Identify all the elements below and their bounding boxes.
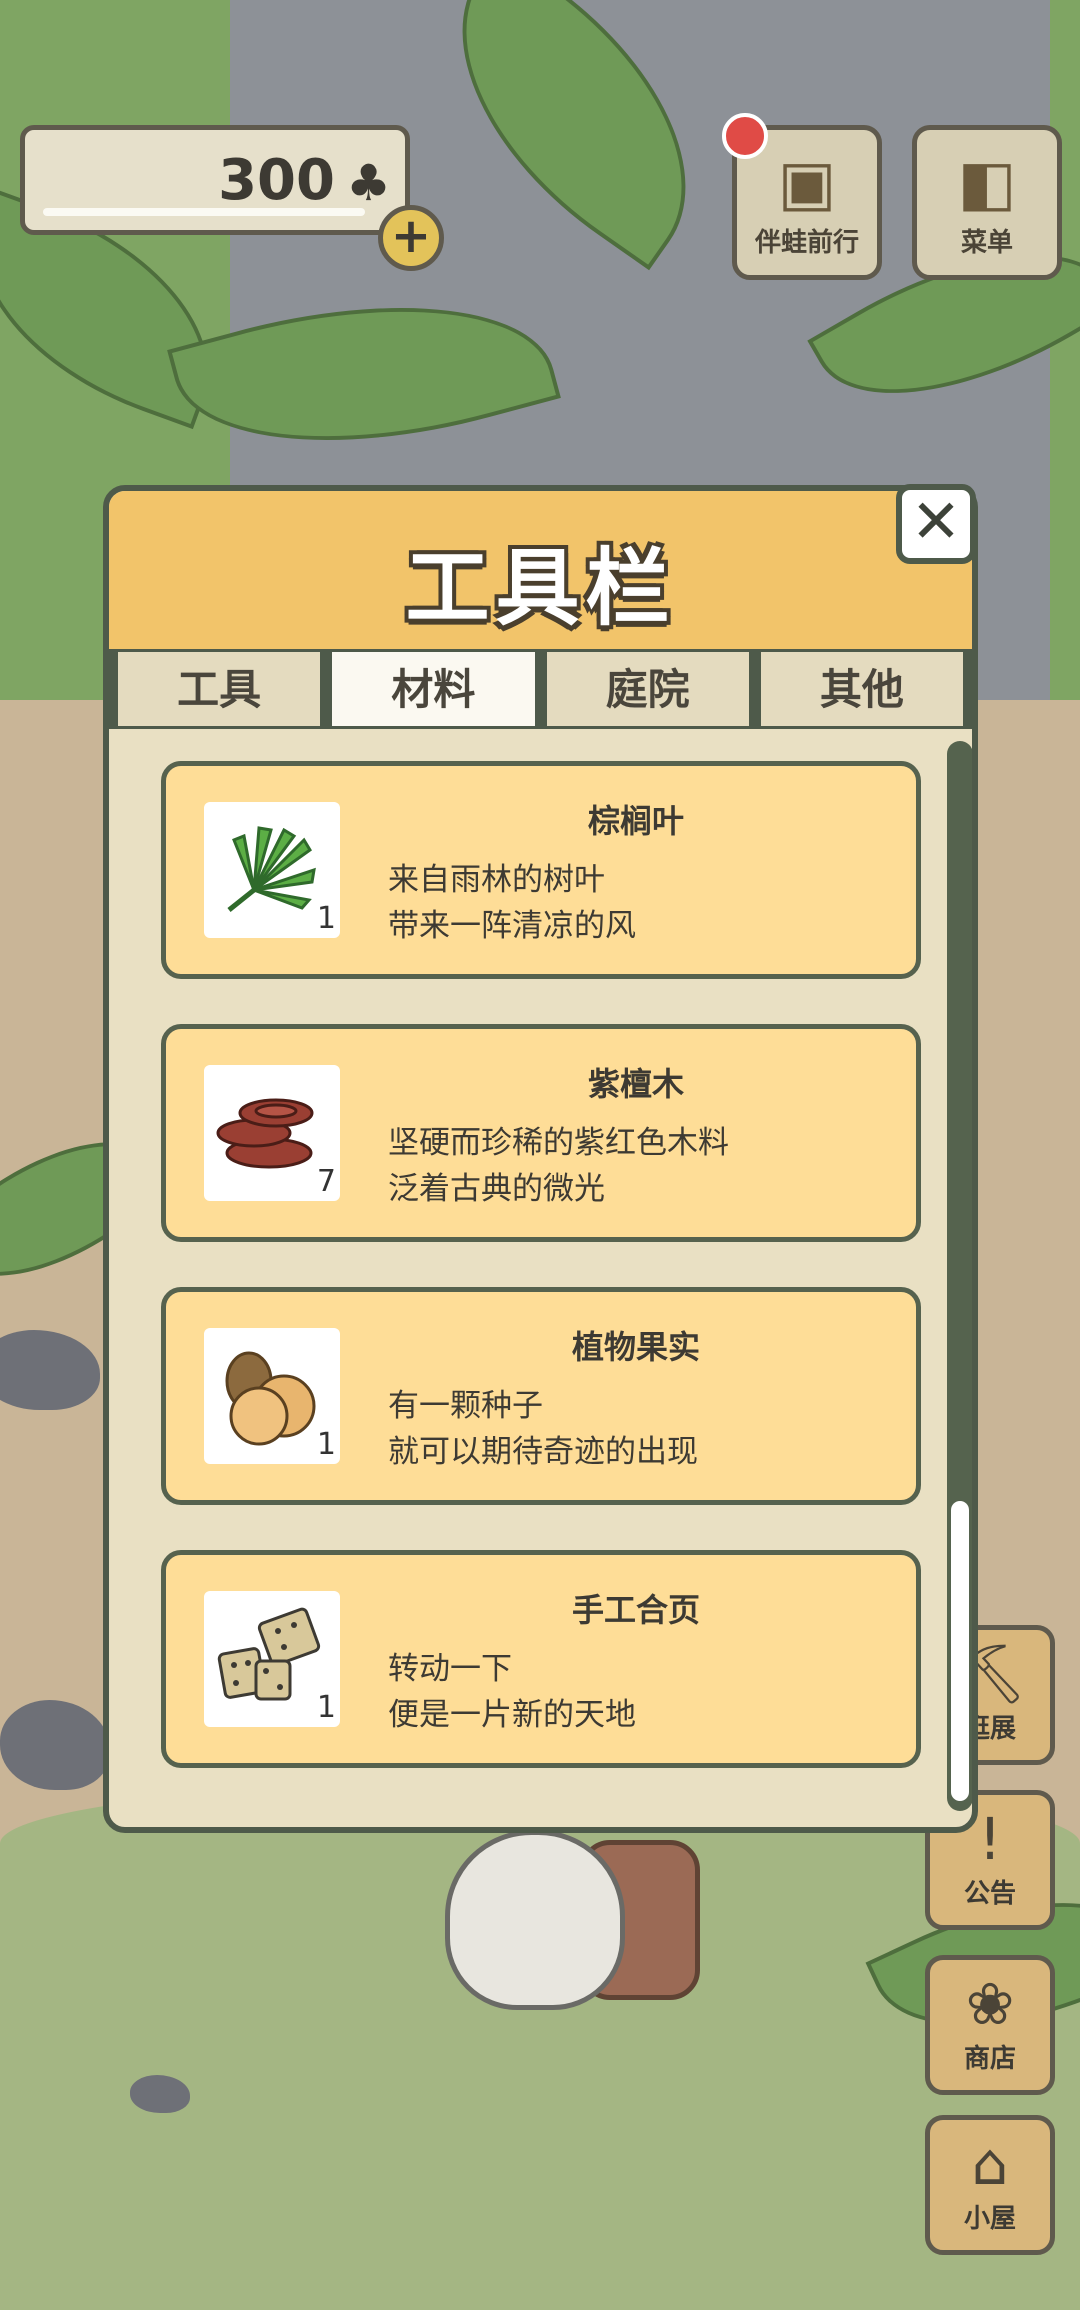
clover-counter: 300 ♣: [20, 125, 410, 235]
panel-title: 工具栏: [405, 539, 676, 637]
item-desc-2: 就可以期待奇迹的出现: [388, 1434, 698, 1470]
item-thumb: 7: [204, 1065, 340, 1201]
menu-button[interactable]: ◧ 菜单: [912, 125, 1062, 280]
item-desc-2: 泛着古典的微光: [388, 1171, 605, 1207]
fruit-seeds-icon: [225, 1351, 316, 1446]
item-qty: 7: [316, 1164, 336, 1199]
menu-label: 菜单: [960, 228, 1013, 258]
item-thumb: 1: [204, 1328, 340, 1464]
shop-button[interactable]: ❀ 商店: [925, 1955, 1055, 2095]
menu-cards-icon: ◧: [957, 146, 1017, 219]
add-clover-button[interactable]: +: [378, 205, 444, 271]
shop-label: 商店: [963, 2044, 1016, 2074]
item-desc-1: 坚硬而珍稀的紫红色木料: [388, 1125, 729, 1161]
scrollbar-thumb[interactable]: [951, 1501, 969, 1801]
close-button[interactable]: ✕: [896, 484, 976, 564]
frog-character[interactable]: [445, 1830, 625, 2010]
toolbar-panel: 工具栏 工具 材料 庭院 其他 1 棕榈叶 来自雨林的树叶 带来一阵清凉的风 7…: [103, 485, 978, 1833]
clover-icon: ♣: [346, 154, 391, 212]
stone: [130, 2075, 190, 2113]
item-name: 植物果实: [571, 1328, 700, 1366]
item-card-palm-leaf[interactable]: 1 棕榈叶 来自雨林的树叶 带来一阵清凉的风: [161, 761, 921, 979]
companion-label: 伴蛙前行: [754, 228, 859, 258]
item-name: 手工合页: [571, 1591, 700, 1629]
clover-count: 300: [218, 148, 335, 213]
clover-bar: [43, 208, 365, 216]
panel-header: 工具栏: [109, 491, 972, 649]
item-card-hinges[interactable]: 1 手工合页 转动一下 便是一片新的天地: [161, 1550, 921, 1768]
tab-materials[interactable]: 材料: [329, 649, 538, 729]
hinges-icon: [217, 1607, 321, 1701]
item-desc-1: 转动一下: [388, 1651, 512, 1687]
item-qty: 1: [316, 901, 336, 936]
item-list: 1 棕榈叶 来自雨林的树叶 带来一阵清凉的风 7 紫檀木 坚硬而珍稀的紫红色木料…: [161, 761, 921, 1813]
notification-dot: [722, 113, 768, 159]
notice-label: 公告: [963, 1879, 1016, 1909]
house-icon: ⌂: [971, 2130, 1009, 2198]
item-desc-2: 带来一阵清凉的风: [388, 908, 636, 944]
item-name: 棕榈叶: [587, 802, 684, 840]
item-thumb: 1: [204, 802, 340, 938]
house-button[interactable]: ⌂ 小屋: [925, 2115, 1055, 2255]
plus-icon: +: [390, 208, 432, 264]
list-scrollbar[interactable]: [947, 741, 972, 1811]
shop-bags-icon: ❀: [965, 1970, 1015, 2038]
item-name: 紫檀木: [587, 1065, 684, 1103]
item-qty: 1: [316, 1690, 336, 1725]
item-desc-1: 有一颗种子: [388, 1388, 543, 1424]
item-qty: 1: [316, 1427, 336, 1462]
close-icon: ✕: [910, 487, 962, 557]
journal-icon: ▣: [777, 146, 837, 219]
item-card-fruit[interactable]: 1 植物果实 有一颗种子 就可以期待奇迹的出现: [161, 1287, 921, 1505]
tab-garden[interactable]: 庭院: [543, 649, 752, 729]
tab-bar: 工具 材料 庭院 其他: [109, 649, 972, 729]
tab-other[interactable]: 其他: [757, 649, 966, 729]
item-desc-2: 便是一片新的天地: [388, 1697, 636, 1733]
item-card-rosewood[interactable]: 7 紫檀木 坚硬而珍稀的紫红色木料 泛着古典的微光: [161, 1024, 921, 1242]
tab-tools[interactable]: 工具: [115, 649, 324, 729]
item-desc-1: 来自雨林的树叶: [388, 862, 605, 898]
rosewood-logs-icon: [216, 1098, 314, 1169]
item-thumb: 1: [204, 1591, 340, 1727]
house-label: 小屋: [963, 2204, 1016, 2234]
palm-leaf-icon: [227, 826, 316, 912]
